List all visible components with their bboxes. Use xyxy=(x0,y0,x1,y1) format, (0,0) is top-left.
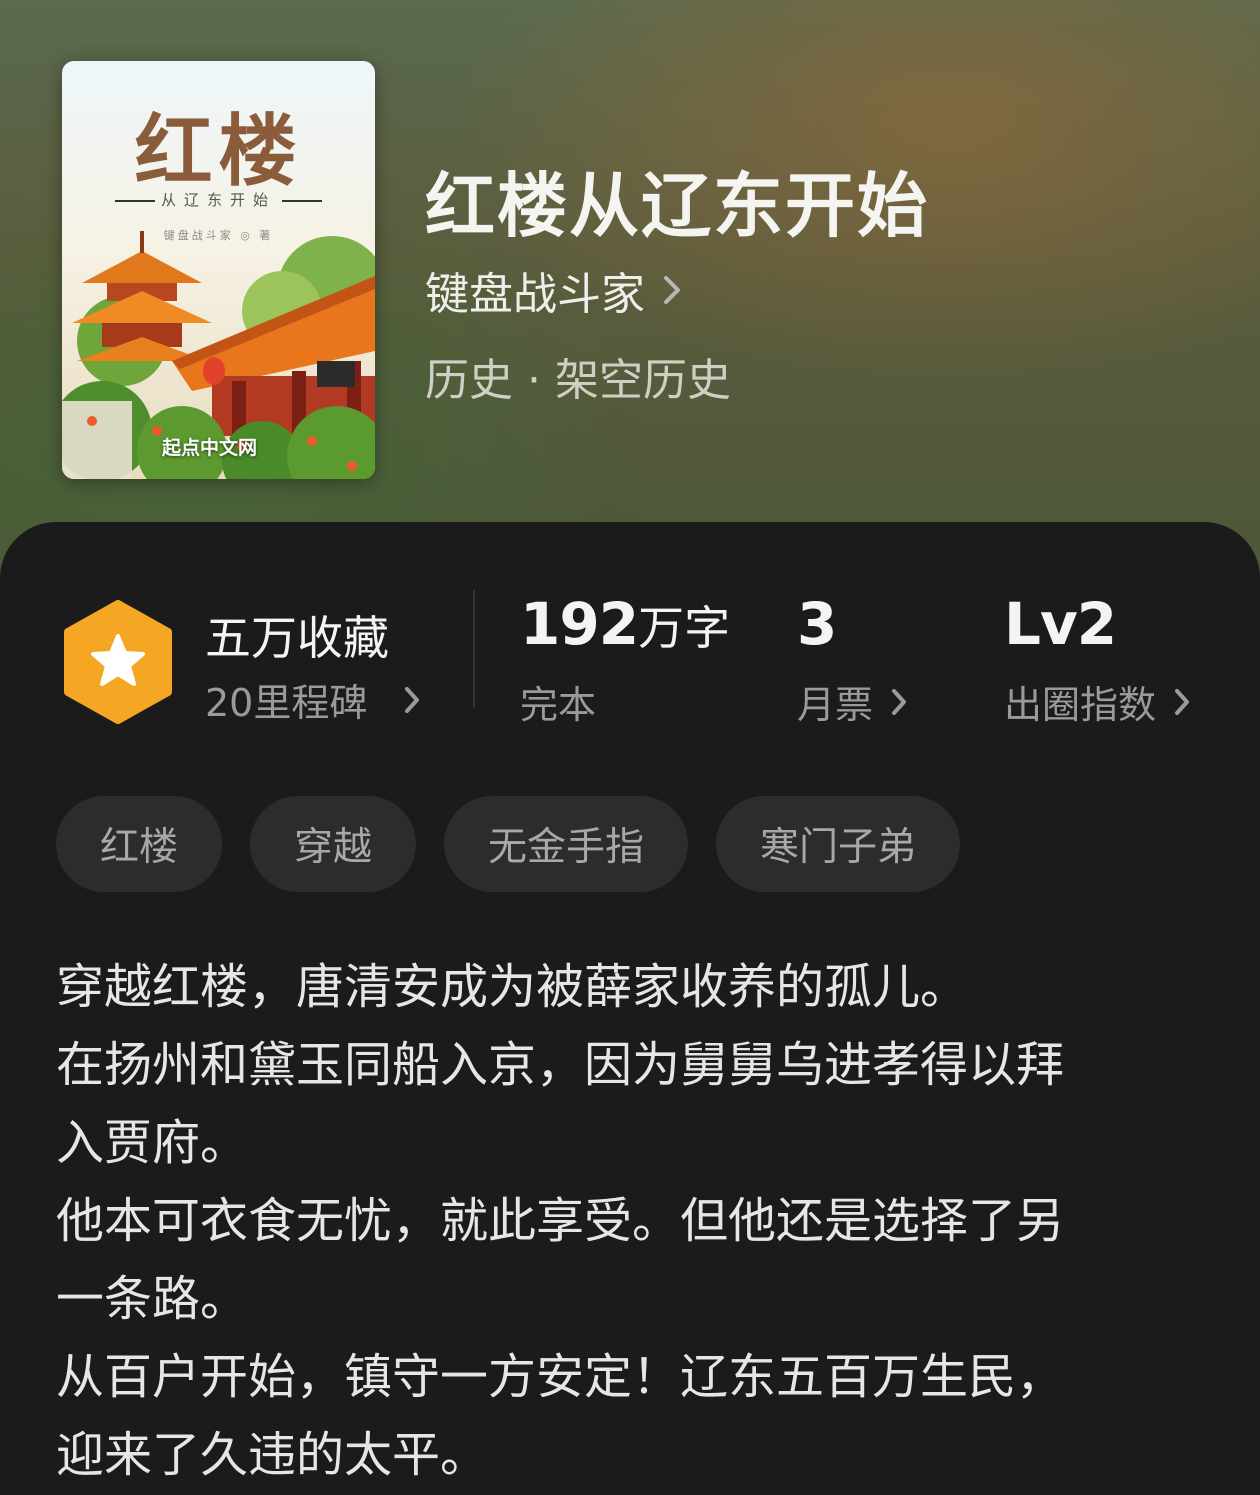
monthly-ticket-value: 3 xyxy=(797,590,837,658)
book-title: 红楼从辽东开始 xyxy=(425,164,929,247)
tag-chip[interactable]: 无金手指 xyxy=(444,796,689,892)
collection-title: 五万收藏 xyxy=(205,611,389,665)
description-line: 在扬州和黛玉同船入京，因为舅舅乌进孝得以拜 xyxy=(56,1037,1065,1093)
book-cover[interactable]: 红楼 从辽东开始 键盘战斗家 ◎ 著 起点中文网 xyxy=(62,61,375,479)
book-header: 红楼 从辽东开始 键盘战斗家 ◎ 著 起点中文网 红楼从辽东开始 键盘战斗家 历… xyxy=(0,0,1260,600)
chevron-right-icon xyxy=(664,276,680,304)
breakout-index-label: 出圈指数 xyxy=(1004,683,1157,727)
author-name: 键盘战斗家 xyxy=(425,269,645,320)
stats-divider xyxy=(473,590,475,708)
breakout-index-value: Lv2 xyxy=(1004,590,1117,658)
monthly-ticket-label: 月票 xyxy=(797,683,874,727)
word-count-value: 192万字 xyxy=(520,590,730,658)
description-line: 穿越红楼，唐清安成为被薛家收养的孤儿。 xyxy=(56,959,969,1015)
chevron-right-icon xyxy=(405,686,420,713)
word-count-number: 192 xyxy=(520,590,639,658)
book-genre: 历史 · 架空历史 xyxy=(425,355,731,406)
monthly-ticket-label-row: 月票 xyxy=(797,674,911,729)
book-description[interactable]: 穿越红楼，唐清安成为被薛家收养的孤儿。 在扬州和黛玉同船入京，因为舅舅乌进孝得以… xyxy=(56,948,1206,1494)
description-line: 他本可衣食无忧，就此享受。但他还是选择了另 xyxy=(56,1193,1065,1249)
author-link[interactable]: 键盘战斗家 xyxy=(425,262,681,320)
collection-subtitle-row: 20里程碑 xyxy=(205,672,427,727)
tag-list: 红楼 穿越 无金手指 寒门子弟 xyxy=(56,796,961,892)
chevron-right-icon xyxy=(1175,688,1190,715)
description-line: 入贾府。 xyxy=(56,1115,249,1171)
tag-chip[interactable]: 寒门子弟 xyxy=(716,796,961,892)
word-count-unit: 万字 xyxy=(638,601,731,655)
details-panel: 五万收藏 20里程碑 192万字 完本 3 月票 Lv2 出圈指数 红楼 穿越 … xyxy=(0,522,1260,1495)
description-line: 从百户开始，镇守一方安定！辽东五百万生民， xyxy=(56,1349,1065,1405)
tag-chip[interactable]: 红楼 xyxy=(56,796,223,892)
chevron-right-icon xyxy=(892,688,907,715)
stats-row: 五万收藏 20里程碑 192万字 完本 3 月票 Lv2 出圈指数 xyxy=(0,522,1260,752)
cover-title: 红楼 xyxy=(134,106,303,197)
breakout-index-label-row: 出圈指数 xyxy=(1004,674,1194,729)
word-count-label: 完本 xyxy=(520,683,597,727)
collection-subtitle: 20里程碑 xyxy=(205,681,368,725)
star-badge-icon xyxy=(64,600,172,724)
cover-author: 键盘战斗家 ◎ 著 xyxy=(163,229,274,242)
cover-brand-logo: 起点中文网 xyxy=(162,437,258,459)
cover-subtitle: 从辽东开始 xyxy=(62,189,375,210)
tag-chip[interactable]: 穿越 xyxy=(250,796,417,892)
description-line: 一条路。 xyxy=(56,1271,249,1327)
description-line: 迎来了久违的太平。 xyxy=(56,1427,489,1483)
